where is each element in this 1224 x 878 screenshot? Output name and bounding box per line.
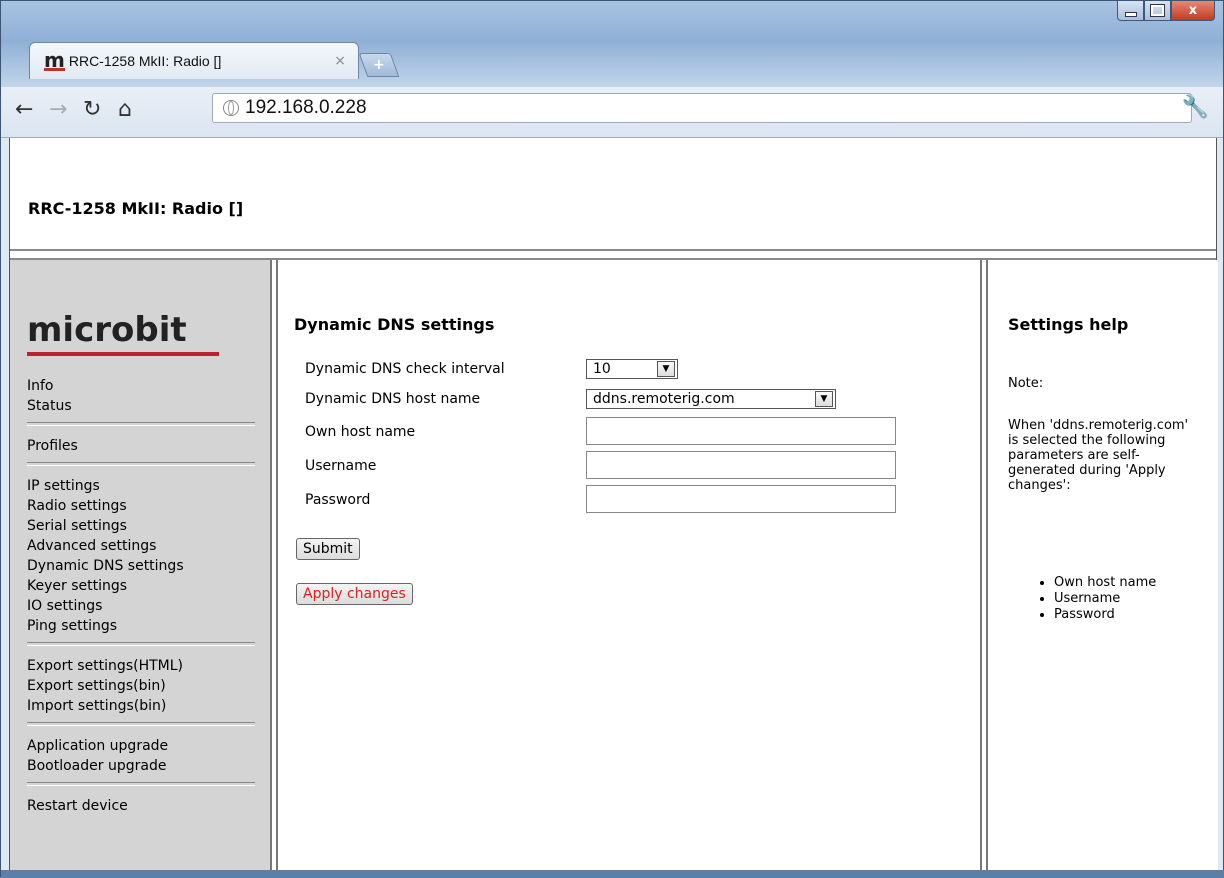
header-divider bbox=[10, 249, 1216, 260]
check-interval-value: 10 bbox=[593, 361, 611, 377]
menu-separator bbox=[27, 782, 255, 786]
sidebar: microbit Info Status Profiles IP settings Ra… bbox=[10, 260, 270, 870]
sidebar-item[interactable]: Status bbox=[27, 396, 255, 416]
menu-separator bbox=[27, 462, 255, 466]
chevron-down-icon: ▼ bbox=[815, 391, 833, 407]
sidebar-item[interactable]: Advanced settings bbox=[27, 536, 255, 556]
help-title: Settings help bbox=[1008, 315, 1129, 334]
logo-underline bbox=[27, 352, 219, 356]
sidebar-item[interactable]: Ping settings bbox=[27, 616, 255, 636]
host-name-value: ddns.remoterig.com bbox=[593, 391, 735, 407]
check-interval-select[interactable]: 10 ▼ bbox=[586, 359, 678, 379]
column-divider-left bbox=[270, 260, 278, 870]
sidebar-item[interactable]: Restart device bbox=[27, 796, 255, 816]
menu-separator bbox=[27, 642, 255, 646]
own-host-input[interactable] bbox=[586, 417, 896, 445]
section-title: Dynamic DNS settings bbox=[294, 315, 495, 334]
forward-arrow-icon[interactable]: → bbox=[49, 97, 67, 122]
browser-window: x m RRC-1258 MkII: Radio [] × + ← → ↻ ⌂ … bbox=[0, 0, 1224, 878]
sidebar-item[interactable]: IO settings bbox=[27, 596, 255, 616]
username-input[interactable] bbox=[586, 451, 896, 479]
globe-icon bbox=[223, 100, 239, 116]
sidebar-item[interactable]: Serial settings bbox=[27, 516, 255, 536]
new-tab-button[interactable]: + bbox=[358, 53, 400, 77]
main-content: Dynamic DNS settings Dynamic DNS check i… bbox=[280, 260, 980, 870]
logo: microbit bbox=[27, 310, 187, 350]
chevron-down-icon: ▼ bbox=[657, 361, 675, 377]
page-viewport: RRC-1258 MkII: Radio [] microbit Info Sta… bbox=[9, 138, 1218, 870]
sidebar-item[interactable]: Profiles bbox=[27, 436, 255, 456]
browser-tab[interactable]: m RRC-1258 MkII: Radio [] × bbox=[29, 42, 359, 79]
menu-separator bbox=[27, 422, 255, 426]
sidebar-menu: Info Status Profiles IP settings Radio setti… bbox=[27, 376, 255, 816]
url-text: 192.168.0.228 bbox=[245, 97, 367, 118]
password-label: Password bbox=[305, 492, 371, 508]
sidebar-item[interactable]: Import settings(bin) bbox=[27, 696, 255, 716]
help-list-item: Username bbox=[1054, 591, 1194, 607]
plus-icon: + bbox=[373, 57, 385, 73]
sidebar-item[interactable]: Application upgrade bbox=[27, 736, 255, 756]
menu-separator bbox=[27, 722, 255, 726]
reload-icon[interactable]: ↻ bbox=[83, 97, 101, 122]
tab-strip: m RRC-1258 MkII: Radio [] × + bbox=[1, 1, 1223, 87]
page-title: RRC-1258 MkII: Radio [] bbox=[28, 199, 244, 218]
sidebar-item[interactable]: IP settings bbox=[27, 476, 255, 496]
tab-title: RRC-1258 MkII: Radio [] bbox=[68, 53, 222, 69]
browser-toolbar: ← → ↻ ⌂ 192.168.0.228 🔧 bbox=[1, 87, 1223, 138]
sidebar-item[interactable]: Info bbox=[27, 376, 255, 396]
back-arrow-icon[interactable]: ← bbox=[15, 97, 33, 122]
own-host-label: Own host name bbox=[305, 424, 416, 440]
favicon-icon: m bbox=[44, 47, 65, 72]
help-description: When 'ddns.remoterig.com' is selected th… bbox=[1008, 418, 1189, 493]
host-name-select[interactable]: ddns.remoterig.com ▼ bbox=[586, 389, 836, 409]
username-label: Username bbox=[305, 458, 377, 474]
wrench-icon[interactable]: 🔧 bbox=[1182, 95, 1209, 120]
help-panel: Settings help Note: When 'ddns.remoterig… bbox=[990, 260, 1218, 870]
address-bar[interactable]: 192.168.0.228 bbox=[212, 93, 1192, 123]
apply-changes-button[interactable]: Apply changes bbox=[296, 583, 413, 605]
help-list-item: Password bbox=[1054, 607, 1194, 623]
password-input[interactable] bbox=[586, 485, 896, 513]
help-note: Note: bbox=[1008, 376, 1044, 391]
host-name-label: Dynamic DNS host name bbox=[305, 391, 481, 407]
tab-close-icon[interactable]: × bbox=[334, 53, 346, 69]
sidebar-item[interactable]: Export settings(HTML) bbox=[27, 656, 255, 676]
sidebar-item[interactable]: Export settings(bin) bbox=[27, 676, 255, 696]
sidebar-item[interactable]: Bootloader upgrade bbox=[27, 756, 255, 776]
help-list-item: Own host name bbox=[1054, 575, 1194, 591]
home-icon[interactable]: ⌂ bbox=[118, 97, 132, 122]
submit-button[interactable]: Submit bbox=[296, 538, 360, 560]
sidebar-item[interactable]: Dynamic DNS settings bbox=[27, 556, 255, 576]
sidebar-item[interactable]: Radio settings bbox=[27, 496, 255, 516]
help-list: Own host nameUsernamePassword bbox=[1036, 575, 1194, 623]
sidebar-item[interactable]: Keyer settings bbox=[27, 576, 255, 596]
check-interval-label: Dynamic DNS check interval bbox=[305, 361, 505, 377]
column-divider-right bbox=[980, 260, 988, 870]
page-header: RRC-1258 MkII: Radio [] bbox=[10, 138, 1216, 249]
